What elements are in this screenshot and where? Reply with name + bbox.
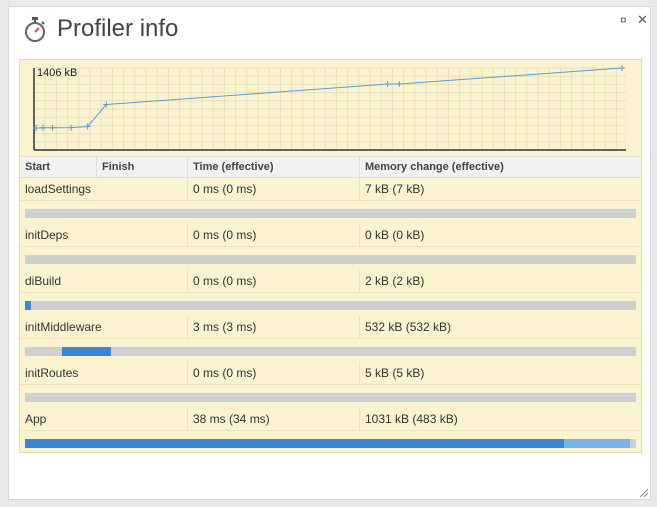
profiler-rows: loadSettings 0 ms (0 ms) 7 kB (7 kB) ini… bbox=[20, 178, 641, 454]
memory-chart: 1406 kB bbox=[20, 60, 641, 156]
timeline-bar-segment bbox=[25, 301, 32, 310]
row-cells: diBuild 0 ms (0 ms) 2 kB (2 kB) bbox=[20, 270, 641, 293]
row-cells: loadSettings 0 ms (0 ms) 7 kB (7 kB) bbox=[20, 178, 641, 201]
resize-grip-icon[interactable] bbox=[638, 487, 648, 497]
table-row: initMiddleware 3 ms (3 ms) 532 kB (532 k… bbox=[20, 316, 641, 362]
profiler-panel: 1406 kB Start Finish Time (effective) Me… bbox=[19, 59, 642, 453]
step-name: diBuild bbox=[20, 270, 188, 292]
chart-point bbox=[396, 81, 403, 88]
step-memory: 2 kB (2 kB) bbox=[365, 274, 425, 288]
row-cells: initMiddleware 3 ms (3 ms) 532 kB (532 k… bbox=[20, 316, 641, 339]
step-time: 38 ms (34 ms) bbox=[188, 408, 360, 430]
title-bar: Profiler info ¤ ✕ bbox=[9, 7, 650, 51]
step-time: 0 ms (0 ms) bbox=[188, 270, 360, 292]
pin-button[interactable]: ¤ bbox=[620, 14, 627, 26]
timeline-bar-segment bbox=[61, 347, 111, 356]
step-name: initDeps bbox=[20, 224, 188, 246]
timeline-bar-segment bbox=[25, 439, 564, 448]
column-header-start[interactable]: Start bbox=[20, 157, 97, 177]
window-title: Profiler info bbox=[57, 15, 179, 42]
timeline-bar bbox=[25, 255, 636, 264]
step-time: 3 ms (3 ms) bbox=[188, 316, 360, 338]
column-header-time[interactable]: Time (effective) bbox=[188, 157, 360, 177]
step-memory: 532 kB (532 kB) bbox=[365, 320, 452, 334]
step-memory: 0 kB (0 kB) bbox=[365, 228, 425, 242]
stopwatch-icon bbox=[25, 17, 45, 42]
table-row: diBuild 0 ms (0 ms) 2 kB (2 kB) bbox=[20, 270, 641, 316]
timeline-bar bbox=[25, 301, 636, 310]
chart-point bbox=[384, 81, 391, 88]
chart-ymax-label: 1406 kB bbox=[37, 67, 77, 79]
row-cells: initDeps 0 ms (0 ms) 0 kB (0 kB) bbox=[20, 224, 641, 247]
table-header: Start Finish Time (effective) Memory cha… bbox=[20, 156, 641, 178]
timeline-bar bbox=[25, 209, 636, 218]
step-name: App bbox=[20, 408, 188, 430]
table-row: loadSettings 0 ms (0 ms) 7 kB (7 kB) bbox=[20, 178, 641, 224]
column-header-memory[interactable]: Memory change (effective) bbox=[360, 157, 641, 177]
profiler-window: Profiler info ¤ ✕ 1406 kB Start Finish T… bbox=[8, 6, 651, 500]
close-button[interactable]: ✕ bbox=[637, 13, 648, 26]
chart-point bbox=[619, 65, 625, 71]
step-time: 0 ms (0 ms) bbox=[188, 362, 360, 384]
table-row: initDeps 0 ms (0 ms) 0 kB (0 kB) bbox=[20, 224, 641, 270]
memory-chart-svg: 1406 kB bbox=[33, 65, 626, 151]
timeline-bar bbox=[25, 439, 636, 448]
step-time: 0 ms (0 ms) bbox=[188, 178, 360, 200]
column-header-finish[interactable]: Finish bbox=[97, 157, 188, 177]
step-name: loadSettings bbox=[20, 178, 188, 200]
step-memory: 1031 kB (483 kB) bbox=[365, 412, 458, 426]
table-row: App 38 ms (34 ms) 1031 kB (483 kB) bbox=[20, 408, 641, 454]
row-cells: App 38 ms (34 ms) 1031 kB (483 kB) bbox=[20, 408, 641, 431]
step-memory: 7 kB (7 kB) bbox=[365, 182, 425, 196]
step-time: 0 ms (0 ms) bbox=[188, 224, 360, 246]
step-memory: 5 kB (5 kB) bbox=[365, 366, 425, 380]
step-name: initMiddleware bbox=[20, 316, 188, 338]
timeline-bar-segment bbox=[563, 439, 630, 448]
timeline-bar bbox=[25, 393, 636, 402]
step-name: initRoutes bbox=[20, 362, 188, 384]
table-row: initRoutes 0 ms (0 ms) 5 kB (5 kB) bbox=[20, 362, 641, 408]
row-cells: initRoutes 0 ms (0 ms) 5 kB (5 kB) bbox=[20, 362, 641, 385]
timeline-bar bbox=[25, 347, 636, 356]
